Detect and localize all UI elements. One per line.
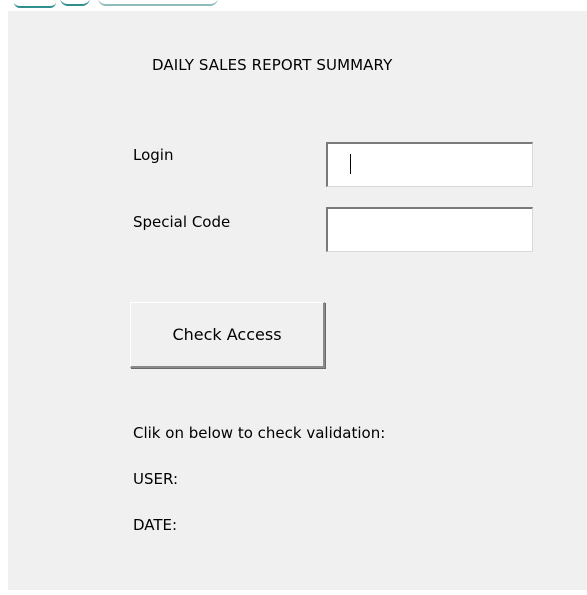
user-label: USER: [133, 470, 178, 488]
validation-hint: Clik on below to check validation: [133, 424, 386, 442]
date-label: DATE: [133, 516, 178, 534]
window-edge [0, 590, 587, 595]
special-code-input[interactable] [328, 209, 532, 251]
window-edge [0, 11, 8, 595]
special-code-field[interactable] [326, 207, 533, 252]
title-bar-text-fragment [14, 0, 56, 8]
title-bar-text-fragment [60, 0, 90, 6]
text-caret [350, 154, 351, 174]
title-bar-fragment [0, 0, 587, 11]
form-title: DAILY SALES REPORT SUMMARY [152, 56, 393, 74]
check-access-button[interactable]: Check Access [130, 302, 325, 368]
special-code-label: Special Code [133, 213, 231, 231]
login-label: Login [133, 146, 174, 164]
login-input[interactable] [328, 144, 532, 186]
login-field[interactable] [326, 142, 533, 187]
title-bar-text-fragment [98, 0, 218, 6]
